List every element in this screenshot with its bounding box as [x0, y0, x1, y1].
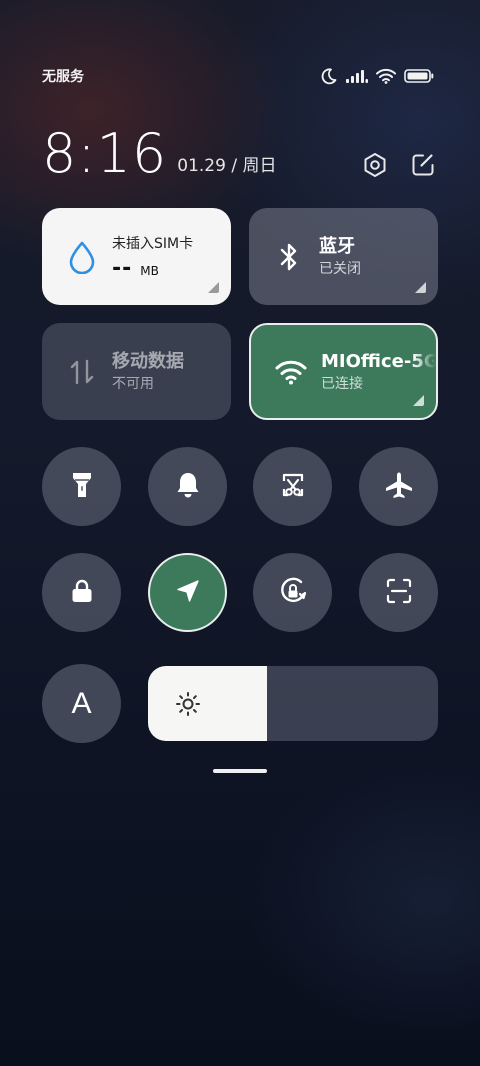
settings-icon[interactable] — [362, 152, 388, 178]
moon-icon — [320, 67, 338, 85]
sim-status-label: 未插入SIM卡 — [112, 236, 194, 252]
expand-corner-icon — [208, 282, 219, 293]
clock-time: 8:16 — [42, 122, 168, 185]
brightness-slider[interactable] — [148, 666, 438, 741]
status-icons — [320, 67, 434, 85]
wifi-tile[interactable]: MIOffice-5G 已连接 — [249, 323, 438, 420]
drag-handle[interactable] — [213, 769, 267, 773]
edit-icon[interactable] — [410, 152, 436, 178]
lock-screen-toggle[interactable] — [42, 553, 121, 632]
font-size-button[interactable]: A — [42, 664, 121, 743]
scan-icon — [385, 577, 413, 609]
airplane-icon — [384, 470, 414, 504]
wifi-icon — [275, 356, 307, 388]
battery-icon — [404, 69, 434, 83]
wifi-text: MIOffice-5G 已连接 — [321, 350, 436, 394]
wifi-icon — [376, 68, 396, 84]
expand-corner-icon — [415, 282, 426, 293]
usage-amount: -- — [112, 256, 133, 281]
mobile-data-label: 移动数据 — [112, 350, 184, 372]
rotation-lock-toggle[interactable] — [253, 553, 332, 632]
data-usage-text: 未插入SIM卡 -- MB — [112, 232, 193, 281]
data-arrows-icon — [66, 356, 98, 388]
sun-icon — [174, 690, 202, 718]
location-arrow-icon — [175, 578, 201, 608]
clock-date: 01.29 / 周日 — [177, 156, 277, 176]
rotation-lock-icon — [277, 575, 309, 611]
wifi-network-name: MIOffice-5G — [321, 350, 436, 372]
flashlight-icon — [70, 470, 94, 504]
status-bar: 无服务 — [42, 64, 434, 88]
bluetooth-label: 蓝牙 — [319, 235, 355, 257]
flashlight-toggle[interactable] — [42, 447, 121, 526]
mobile-data-text: 移动数据 不可用 — [112, 350, 184, 394]
scissors-icon — [279, 471, 307, 503]
usage-unit: MB — [140, 264, 159, 278]
mobile-data-tile[interactable]: 移动数据 不可用 — [42, 323, 231, 420]
bluetooth-icon — [273, 241, 305, 273]
carrier-label: 无服务 — [42, 69, 84, 85]
location-toggle[interactable] — [148, 553, 227, 632]
mobile-data-status: 不可用 — [112, 375, 154, 392]
clock-row: 8:16 01.29 / 周日 — [42, 120, 436, 184]
bluetooth-tile[interactable]: 蓝牙 已关闭 — [249, 208, 438, 305]
ringer-toggle[interactable] — [148, 447, 227, 526]
bell-icon — [175, 471, 201, 503]
signal-icon — [346, 69, 368, 83]
lock-icon — [70, 578, 94, 608]
data-usage-value: -- MB — [112, 256, 193, 281]
wifi-status: 已连接 — [321, 375, 363, 392]
bluetooth-text: 蓝牙 已关闭 — [319, 235, 361, 279]
data-usage-tile[interactable]: 未插入SIM卡 -- MB — [42, 208, 231, 305]
expand-corner-icon — [413, 395, 424, 406]
airplane-mode-toggle[interactable] — [359, 447, 438, 526]
scanner-toggle[interactable] — [359, 553, 438, 632]
brightness-fill — [148, 666, 267, 741]
clock-actions — [362, 152, 436, 178]
water-drop-icon — [66, 241, 98, 274]
screenshot-toggle[interactable] — [253, 447, 332, 526]
font-size-label: A — [71, 686, 92, 720]
bluetooth-status: 已关闭 — [319, 260, 361, 277]
